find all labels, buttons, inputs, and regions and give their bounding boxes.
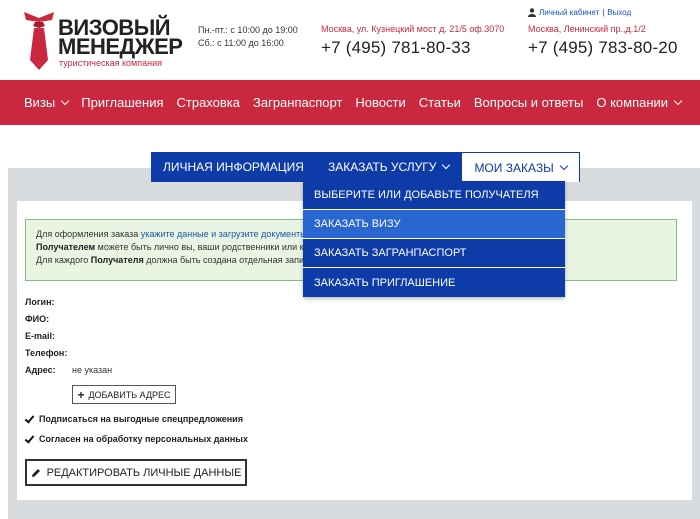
notice-bold: Получателя [90,255,144,265]
tab-label: ЛИЧНАЯ ИНФОРМАЦИЯ [163,160,304,174]
nav-label: Статьи [418,95,461,110]
nav-label: Визы [24,95,56,110]
nav-label: Страховка [176,95,241,110]
chevron-down-icon [559,161,568,170]
office2-address: Москва, Ленинский пр.,д.1/2 [528,24,646,34]
nav-item-articles[interactable]: Статьи [419,95,461,110]
consent-checkbox[interactable]: Согласен на обработку персональных данны… [25,434,248,444]
nav-label: Вопросы и ответы [473,95,584,110]
address-value: не указан [72,364,113,375]
edit-personal-data-button[interactable]: РЕДАКТИРОВАТЬ ЛИЧНЫЕ ДАННЫЕ [25,459,247,486]
logo-subtitle: туристическая компания [59,58,162,68]
consent-label: Согласен на обработку персональных данны… [39,434,248,444]
notice-text: можете быть лично вы, ваши родственники … [95,242,314,252]
subscribe-label: Подписаться на выгодные спецпредложения [39,414,243,424]
personal-cabinet-link[interactable]: Личный кабинет [539,8,599,17]
dropdown-item-order-passport[interactable]: ЗАКАЗАТЬ ЗАГРАНПАСПОРТ [303,239,565,268]
nav-item-about[interactable]: О компании [596,95,683,110]
subscribe-checkbox[interactable]: Подписаться на выгодные спецпредложения [25,414,243,424]
office1-address: Москва, ул. Кузнецкий мост д. 21/5 оф.30… [321,24,505,34]
nav-label: Загранпаспорт [253,95,343,110]
chevron-down-icon [673,96,683,105]
email-label: E-mail: [25,330,56,341]
plus-icon: + [77,387,85,402]
checkmark-icon [25,415,33,423]
profile-info: Логин: ФИО: E-mail: Телефон: Адрес: не ук… [25,293,112,378]
logo-line2: МЕНЕДЖЕР [58,34,183,59]
nav-item-invitations[interactable]: Приглашения [81,95,163,110]
dropdown-item-select-recipient[interactable]: ВЫБЕРИТЕ ИЛИ ДОБАВЬТЕ ПОЛУЧАТЕЛЯ [303,181,565,210]
nav-label: Новости [355,95,406,110]
phone-row: Телефон: [25,344,112,361]
nav-item-visas[interactable]: Визы [24,95,70,110]
nav-label: О компании [596,95,669,110]
notice-bold: Получателем [36,242,96,252]
dropdown-item-order-invitation[interactable]: ЗАКАЗАТЬ ПРИГЛАШЕНИЕ [303,268,565,297]
main-nav: Визы Приглашения Страховка Загранпаспорт… [0,80,700,125]
add-address-label: ДОБАВИТЬ АДРЕС [88,389,171,400]
checkmark-icon [25,435,33,443]
nav-item-news[interactable]: Новости [355,95,405,110]
working-hours: Пн.-пт.: с 10:00 до 19:00 Сб.: с 11:00 д… [198,24,298,50]
chevron-down-icon [61,96,70,105]
nav-item-passport[interactable]: Загранпаспорт [253,95,342,110]
upload-documents-link[interactable]: укажите данные и загрузите документы [141,229,307,239]
tie-logo-icon [24,12,54,70]
office1-phone[interactable]: +7 (495) 781-80-33 [321,38,471,58]
phone-label: Телефон: [25,347,68,358]
notice-text: Для каждого [36,255,91,265]
add-address-button[interactable]: + ДОБАВИТЬ АДРЕС [72,385,176,404]
login-label: Логин: [25,296,55,307]
tab-label: МОИ ЗАКАЗЫ [474,160,554,175]
dropdown-item-order-visa[interactable]: ЗАКАЗАТЬ ВИЗУ [303,210,565,239]
hours-saturday: Сб.: с 11:00 до 16:00 [198,38,284,48]
logo[interactable]: ВИЗОВЫЙ МЕНЕДЖЕР туристическая компания [22,6,183,74]
address-row: Адрес: не указан [25,361,112,378]
site-header: ВИЗОВЫЙ МЕНЕДЖЕР туристическая компания … [0,0,700,80]
pencil-icon [31,468,40,477]
nav-item-faq[interactable]: Вопросы и ответы [474,95,583,110]
login-row: Логин: [25,293,112,310]
user-icon [528,8,536,17]
account-tabs: ЛИЧНАЯ ИНФОРМАЦИЯ ЗАКАЗАТЬ УСЛУГУ МОИ ЗА… [151,152,580,182]
notice-text: должна быть создана отдельная запись [143,255,314,265]
chevron-down-icon [442,160,451,170]
tab-my-orders[interactable]: МОИ ЗАКАЗЫ [461,152,580,182]
tab-label: ЗАКАЗАТЬ УСЛУГУ [327,160,437,174]
address-label: Адрес: [25,364,56,375]
tab-personal-info[interactable]: ЛИЧНАЯ ИНФОРМАЦИЯ [151,152,316,182]
edit-personal-label: РЕДАКТИРОВАТЬ ЛИЧНЫЕ ДАННЫЕ [46,466,242,479]
nav-label: Приглашения [81,95,164,110]
office2-phone[interactable]: +7 (495) 783-80-20 [528,38,678,58]
hours-weekdays: Пн.-пт.: с 10:00 до 19:00 [198,25,298,35]
notice-text: Для оформления заказа [36,229,141,239]
account-links: Личный кабинет | Выход [528,8,631,17]
tab-order-service[interactable]: ЗАКАЗАТЬ УСЛУГУ [315,152,462,182]
account-separator: | [602,8,605,17]
fio-row: ФИО: [25,310,112,327]
fio-label: ФИО: [25,313,50,324]
email-row: E-mail: [25,327,112,344]
order-service-dropdown: ВЫБЕРИТЕ ИЛИ ДОБАВЬТЕ ПОЛУЧАТЕЛЯ ЗАКАЗАТ… [303,181,565,297]
nav-item-insurance[interactable]: Страховка [177,95,241,110]
logout-link[interactable]: Выход [607,8,631,17]
